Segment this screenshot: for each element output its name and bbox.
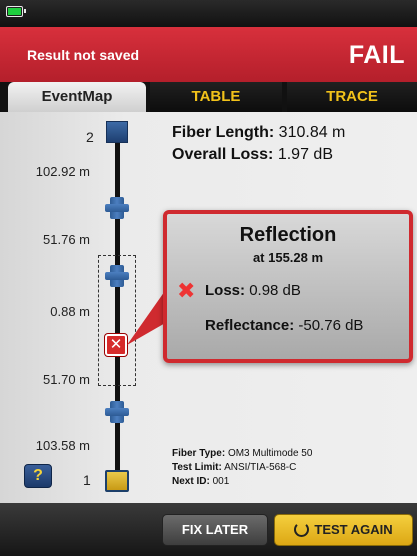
fiber-length: Fiber Length: 310.84 m [172,124,345,142]
fail-event-icon[interactable]: ✕ [105,334,127,356]
popup-title: Reflection [239,224,337,246]
popup-subtitle: at 155.28 m [252,250,324,265]
tab-trace[interactable]: TRACE [287,82,417,112]
fail-x-icon: ✖ [177,278,196,303]
reflectance-label: Reflectance: [205,317,295,334]
test-limit-value: ANSI/TIA-568-C [224,462,297,473]
eventmap-panel: 2 102.92 m 51.76 m 0.88 m 51.70 m 103.58… [0,112,417,503]
status-bar [0,0,417,27]
connector-event-icon[interactable] [105,401,129,423]
overall-loss: Overall Loss: 1.97 dB [172,146,333,164]
tab-bar: EventMap TABLE TRACE [0,82,417,112]
test-again-button[interactable]: TEST AGAIN [274,514,413,546]
bottom-bar: FIX LATER TEST AGAIN [0,503,417,556]
battery-icon [6,6,26,17]
popup-reflectance: Reflectance: -50.76 dB [205,317,363,334]
loss-label: Loss: [205,282,246,299]
next-id-value: 001 [212,476,230,487]
loss-value: 0.98 dB [249,282,301,299]
distance-label: 51.70 m [43,372,90,387]
test-limit-label: Test Limit: [172,462,222,473]
reflectance-value: -50.76 dB [298,317,364,334]
event-detail-popup[interactable]: Reflection at 155.28 m ✖ Loss: 0.98 dB R… [163,210,413,363]
next-id: Next ID: 001 [172,476,229,487]
selection-box [98,255,136,386]
fiber-type: Fiber Type: OM3 Multimode 50 [172,448,312,459]
local-end-icon[interactable] [105,470,129,492]
remote-end-icon[interactable] [106,121,128,143]
distance-label: 103.58 m [35,438,90,453]
fiber-type-label: Fiber Type: [172,448,226,459]
popup-loss: Loss: 0.98 dB [205,282,301,299]
distance-label: 102.92 m [35,164,90,179]
bottom-end-number: 1 [83,472,91,488]
next-id-label: Next ID: [172,476,210,487]
result-status: FAIL [348,41,405,69]
top-end-number: 2 [86,129,94,145]
fix-later-button[interactable]: FIX LATER [162,514,268,546]
fiber-length-label: Fiber Length: [172,124,275,141]
refresh-icon [294,522,310,537]
fiber-length-value: 310.84 m [278,124,346,141]
result-banner: Result not saved FAIL [0,27,417,82]
overall-loss-value: 1.97 dB [277,146,333,163]
help-button[interactable]: ? [24,464,52,488]
tab-table[interactable]: TABLE [150,82,282,112]
result-message: Result not saved [27,47,140,63]
connector-event-icon[interactable] [105,197,129,219]
tab-eventmap[interactable]: EventMap [8,82,146,112]
overall-loss-label: Overall Loss: [172,146,274,163]
distance-label: 51.76 m [43,232,90,247]
distance-label: 0.88 m [50,304,90,319]
fiber-type-value: OM3 Multimode 50 [227,448,313,459]
test-limit: Test Limit: ANSI/TIA-568-C [172,462,296,473]
test-again-label: TEST AGAIN [314,522,393,537]
